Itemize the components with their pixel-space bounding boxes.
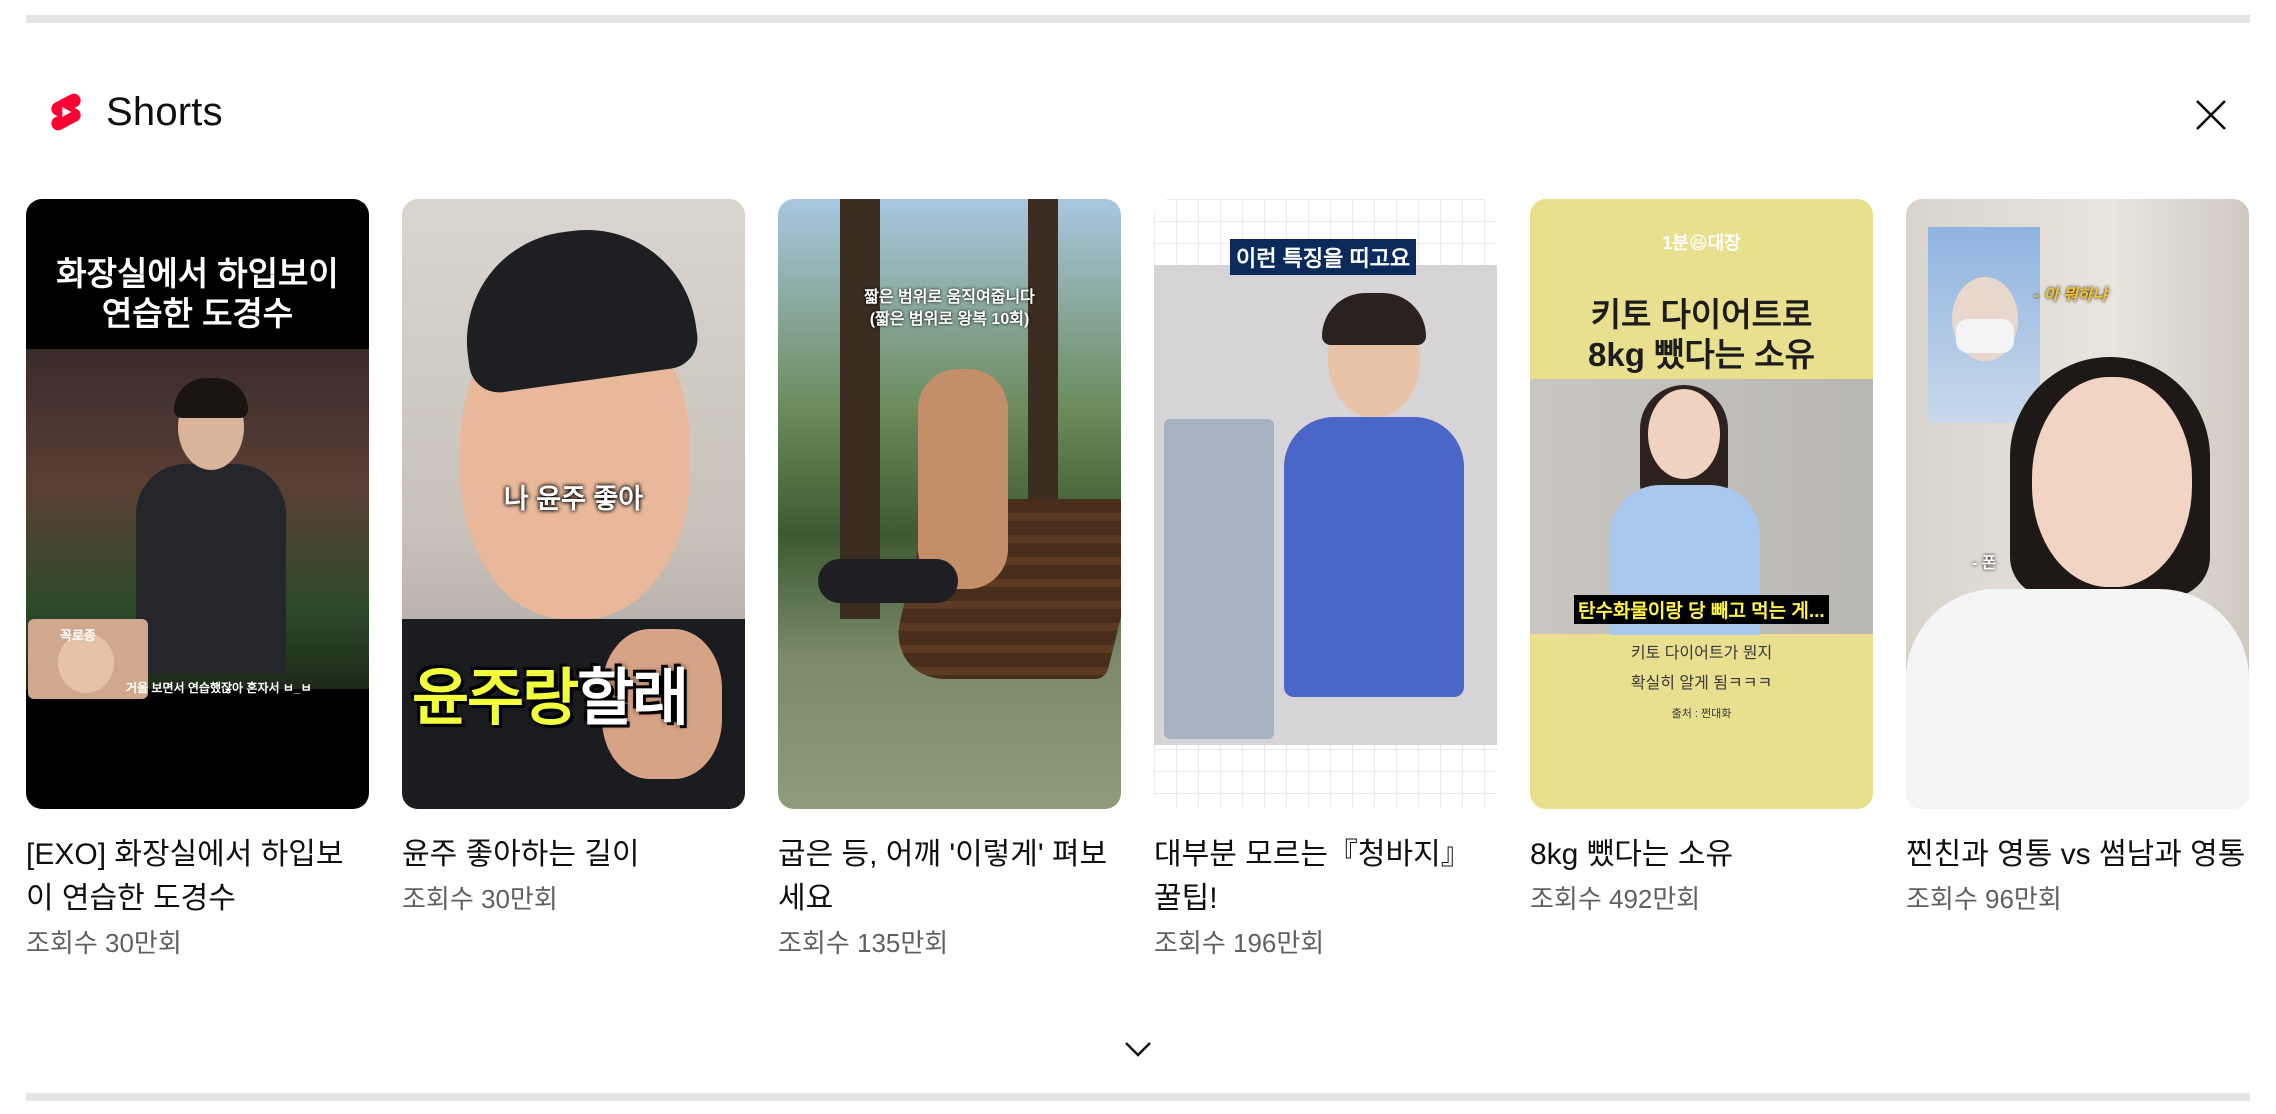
thumbnail-face xyxy=(2032,377,2192,587)
channel-tag: 1분😆대장 xyxy=(1662,233,1741,253)
inset-label: 꼭로종 xyxy=(60,628,96,643)
view-count: 조회수 492만회 xyxy=(1530,884,1701,914)
short-title[interactable]: 윤주 좋아하는 길이 xyxy=(402,833,745,877)
thumbnail-caption-line: 연습한 도경수 xyxy=(101,295,294,332)
thumbnail-subtitle: 거울 보면서 연습했잖아 혼자서 ㅂ_ㅂ xyxy=(126,681,312,695)
short-card[interactable]: 이런 특징을 띠고요 대부분 모르는『청바지』꿀팁! 조회수 196만회 xyxy=(1154,199,1497,965)
thumbnail-handwriting: 키토 다이어트가 뭔지 확실히 알게 됨ㅋㅋㅋ 출처 : 쩐대화 xyxy=(1530,639,1873,729)
thumbnail-person xyxy=(136,378,286,674)
close-icon xyxy=(2196,100,2226,130)
short-card[interactable]: 나 윤주 좋아 윤주랑할래 윤주 좋아하는 길이 조회수 30만회 xyxy=(402,199,745,965)
short-card[interactable]: 1분😆대장 키토 다이어트로 8kg 뺐다는 소유 탄수화물이랑 당 빼고 먹는… xyxy=(1530,199,1873,965)
thumbnail-caption-line: 화장실에서 하입보이 xyxy=(56,255,339,292)
expand-button[interactable] xyxy=(1118,1034,1158,1064)
thumbnail-caption-line: 짧은 범위로 움직여줍니다 xyxy=(864,289,1035,306)
shorts-grid: 화장실에서 하입보이 연습한 도경수 꼭로종 거울 보면서 연습했잖아 혼자서 … xyxy=(26,199,2249,965)
close-button[interactable] xyxy=(2184,88,2238,142)
thumbnail-caption-line: 키토 다이어트로 xyxy=(1590,296,1813,333)
top-divider xyxy=(26,15,2250,23)
short-title[interactable]: 굽은 등, 어깨 '이렇게' 펴보세요 xyxy=(778,833,1121,921)
view-count: 조회수 135만회 xyxy=(778,928,949,958)
short-title[interactable]: 찐친과 영통 vs 썸남과 영통 xyxy=(1906,833,2249,877)
thumbnail-caption-large: 윤주랑할래 xyxy=(412,647,689,737)
short-title[interactable]: 8kg 뺐다는 소유 xyxy=(1530,833,1873,877)
caption-suffix: 할래 xyxy=(577,664,689,733)
view-count: 조회수 30만회 xyxy=(26,928,182,958)
chevron-down-icon xyxy=(1125,1042,1151,1057)
shelf-header: Shorts xyxy=(44,86,223,138)
thumbnail-shirt xyxy=(1906,589,2249,809)
short-thumbnail[interactable]: - 아 뭐하냐 - 폰 xyxy=(1906,199,2249,809)
short-thumbnail[interactable]: 이런 특징을 띠고요 xyxy=(1154,199,1497,809)
thumbnail-caption: 키토 다이어트로 8kg 뺐다는 소유 xyxy=(1530,295,1873,375)
thumbnail-caption: 짧은 범위로 움직여줍니다 (짧은 범위로 왕복 10회) xyxy=(778,287,1121,331)
handwriting-line: 확실히 알게 됨ㅋㅋㅋ xyxy=(1630,675,1773,692)
short-thumbnail[interactable]: 1분😆대장 키토 다이어트로 8kg 뺐다는 소유 탄수화물이랑 당 빼고 먹는… xyxy=(1530,199,1873,809)
thumbnail-legs xyxy=(818,559,958,603)
thumbnail-caption: 나 윤주 좋아 xyxy=(503,484,644,514)
video-call-inset xyxy=(1928,227,2040,423)
short-thumbnail[interactable]: 화장실에서 하입보이 연습한 도경수 꼭로종 거울 보면서 연습했잖아 혼자서 … xyxy=(26,199,369,809)
thumbnail-caption: 화장실에서 하입보이 연습한 도경수 xyxy=(26,254,369,334)
thumbnail-cap xyxy=(452,215,702,397)
short-title[interactable]: [EXO] 화장실에서 하입보이 연습한 도경수 xyxy=(26,833,369,921)
view-count: 조회수 30만회 xyxy=(402,884,558,914)
bottom-divider xyxy=(26,1093,2250,1101)
thumbnail-caption-line: (짧은 범위로 왕복 10회) xyxy=(869,311,1030,328)
short-card[interactable]: - 아 뭐하냐 - 폰 찐친과 영통 vs 썸남과 영통 조회수 96만회 xyxy=(1906,199,2249,965)
view-count: 조회수 96만회 xyxy=(1906,884,2062,914)
thumbnail-caption: - 아 뭐하냐 xyxy=(2034,287,2108,304)
caption-highlight: 윤주랑 xyxy=(412,664,579,733)
thumbnail-jeans xyxy=(1164,419,1274,739)
handwriting-line: 키토 다이어트가 뭔지 xyxy=(1630,645,1773,662)
thumbnail-caption: - 폰 xyxy=(1972,555,1997,572)
short-card[interactable]: 짧은 범위로 움직여줍니다 (짧은 범위로 왕복 10회) 굽은 등, 어깨 '… xyxy=(778,199,1121,965)
thumbnail-caption: 이런 특징을 띠고요 xyxy=(1230,239,1417,275)
source-credit: 출처 : 쩐대화 xyxy=(1671,708,1732,720)
short-thumbnail[interactable]: 짧은 범위로 움직여줍니다 (짧은 범위로 왕복 10회) xyxy=(778,199,1121,809)
thumbnail-caption-line: 8kg 뺐다는 소유 xyxy=(1587,336,1815,373)
thumbnail-person xyxy=(1284,293,1464,739)
shorts-logo-icon xyxy=(51,93,81,131)
short-title[interactable]: 대부분 모르는『청바지』꿀팁! xyxy=(1154,833,1497,921)
short-thumbnail[interactable]: 나 윤주 좋아 윤주랑할래 xyxy=(402,199,745,809)
view-count: 조회수 196만회 xyxy=(1154,928,1325,958)
thumbnail-tree xyxy=(840,199,880,619)
thumbnail-subtitle: 탄수화물이랑 당 빼고 먹는 게... xyxy=(1574,595,1829,624)
short-card[interactable]: 화장실에서 하입보이 연습한 도경수 꼭로종 거울 보면서 연습했잖아 혼자서 … xyxy=(26,199,369,965)
thumbnail-person xyxy=(918,369,1008,589)
shelf-title: Shorts xyxy=(106,89,223,134)
